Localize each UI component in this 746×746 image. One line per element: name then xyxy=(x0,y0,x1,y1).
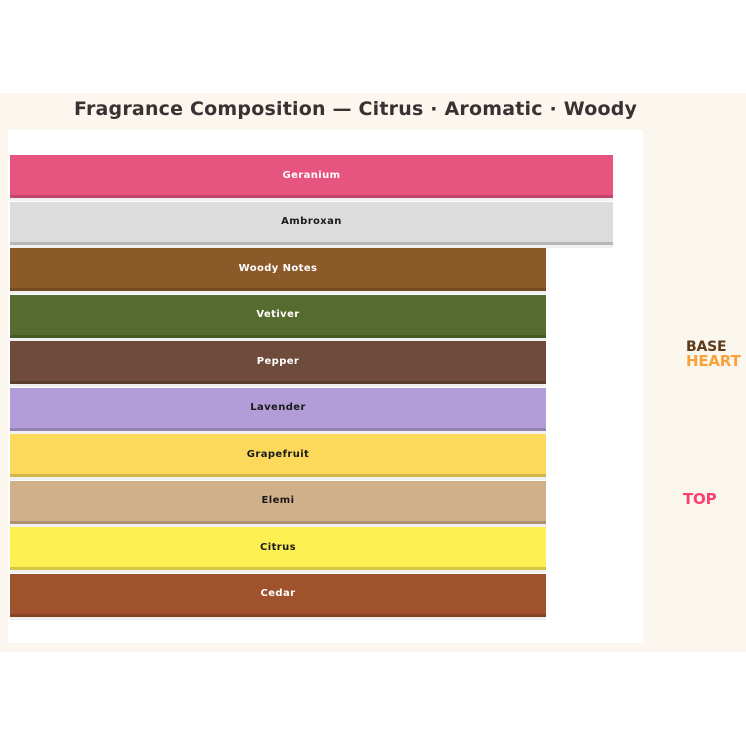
bar-label: Lavender xyxy=(250,402,306,413)
group-label-heart: HEART xyxy=(686,352,741,370)
chart-bar-lavender: Lavender xyxy=(10,388,546,431)
chart-bar-woody-notes: Woody Notes xyxy=(10,248,546,291)
bar-label: Geranium xyxy=(283,170,341,181)
chart-bar-grapefruit: Grapefruit xyxy=(10,434,546,477)
bar-label: Grapefruit xyxy=(247,449,309,460)
bar-label: Ambroxan xyxy=(281,216,342,227)
chart-bar-ambroxan: Ambroxan xyxy=(10,202,613,245)
group-label-top: TOP xyxy=(683,490,716,508)
chart-bar-cedar: Cedar xyxy=(10,574,546,617)
bar-label: Citrus xyxy=(260,542,296,553)
chart-bar-pepper: Pepper xyxy=(10,341,546,384)
chart-bar-vetiver: Vetiver xyxy=(10,295,546,338)
bar-label: Woody Notes xyxy=(239,263,318,274)
bar-label: Vetiver xyxy=(256,309,299,320)
fragrance-composition-chart: Fragrance Composition — Citrus · Aromati… xyxy=(0,0,746,746)
bar-label: Cedar xyxy=(261,588,296,599)
chart-bar-citrus: Citrus xyxy=(10,527,546,570)
bar-label: Pepper xyxy=(257,356,300,367)
chart-bar-geranium: Geranium xyxy=(10,155,613,198)
bar-label: Elemi xyxy=(262,495,295,506)
chart-bar-elemi: Elemi xyxy=(10,481,546,524)
plot-area: Geranium Ambroxan Woody Notes Vetiver Pepper… xyxy=(8,130,643,643)
chart-title: Fragrance Composition — Citrus · Aromati… xyxy=(74,98,634,120)
